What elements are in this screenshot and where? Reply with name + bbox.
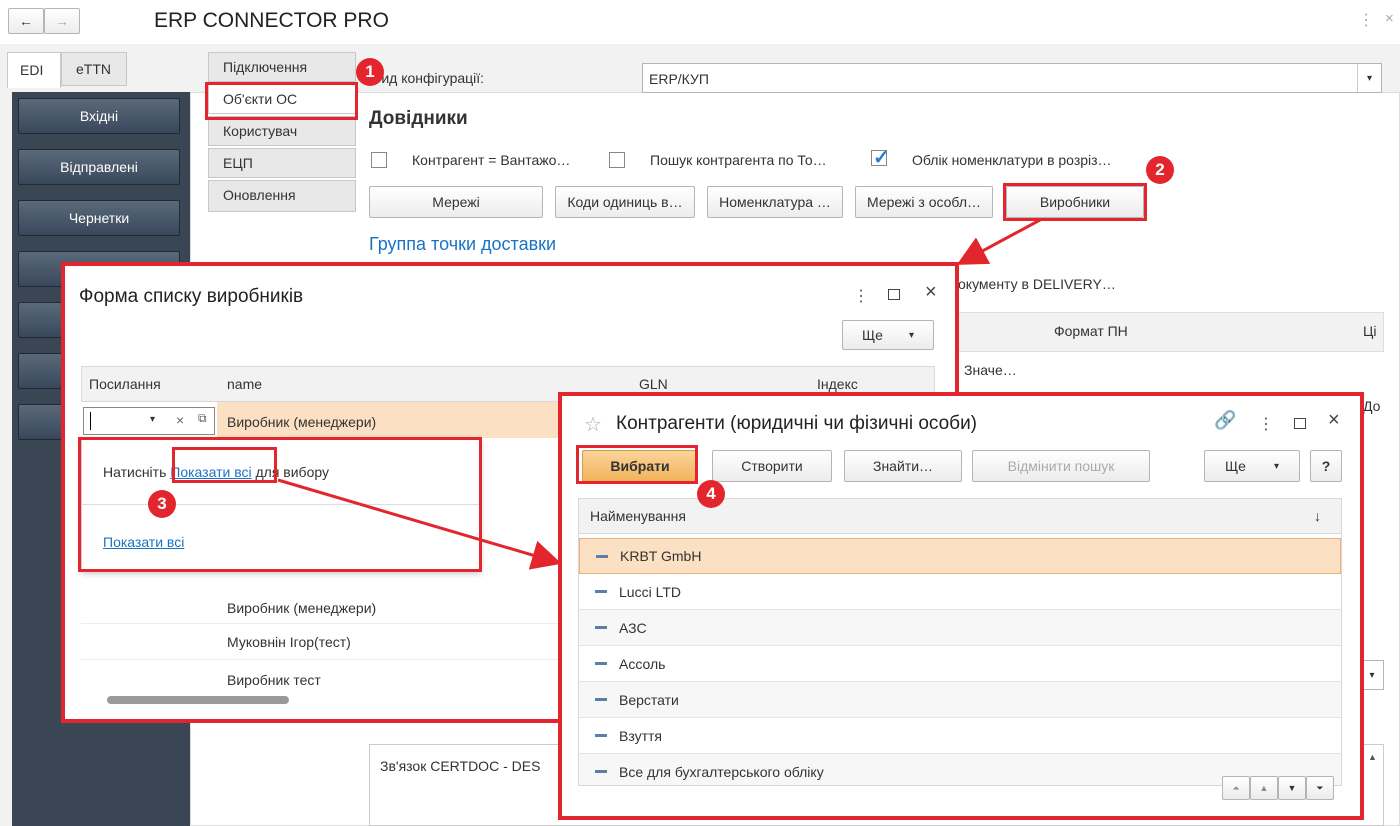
arrow-to-manufacturers-dialog [956,218,1041,265]
annotation-arrows [277,218,1041,570]
arrow-to-counterparties-dialog [277,478,562,570]
